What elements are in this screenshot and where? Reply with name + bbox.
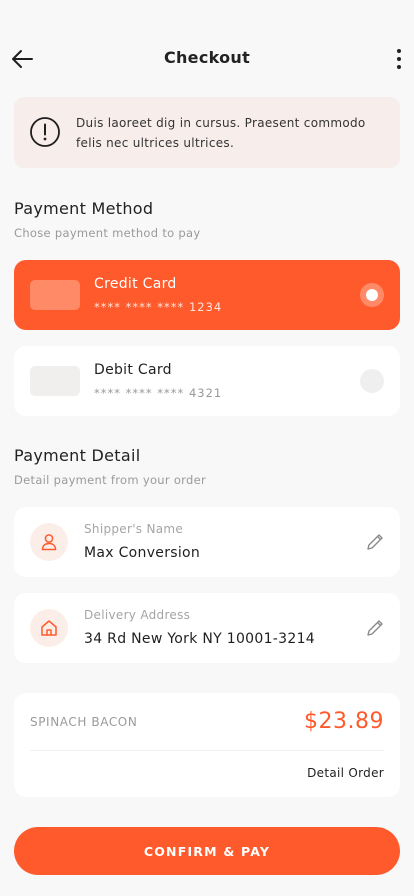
card-number: **** **** **** 1234 <box>94 300 223 314</box>
order-item-name: SPINACH BACON <box>30 715 138 729</box>
field-value: Max Conversion <box>84 545 201 561</box>
info-alert: Duis laoreet dig in cursus. Praesent com… <box>14 97 400 168</box>
header: Checkout <box>0 36 414 80</box>
payment-method-title: Payment Method <box>14 199 154 218</box>
field-label: Delivery Address <box>84 608 191 622</box>
divider <box>30 750 384 751</box>
payment-method-subtitle: Chose payment method to pay <box>14 226 201 240</box>
more-vertical-icon <box>397 49 401 53</box>
confirm-pay-button[interactable]: CONFIRM & PAY <box>14 827 400 875</box>
card-number: **** **** **** 4321 <box>94 386 223 400</box>
pencil-icon[interactable] <box>364 531 386 553</box>
card-name: Credit Card <box>94 276 177 292</box>
delivery-address-field: Delivery Address 34 Rd New York NY 10001… <box>14 593 400 663</box>
detail-order-link[interactable]: Detail Order <box>307 766 384 780</box>
pencil-icon[interactable] <box>364 617 386 639</box>
page-title: Checkout <box>163 48 251 67</box>
card-icon <box>30 366 80 396</box>
order-summary-card: SPINACH BACON $23.89 Detail Order <box>14 693 400 797</box>
user-icon <box>41 534 57 551</box>
alert-text: Duis laoreet dig in cursus. Praesent com… <box>76 116 366 150</box>
payment-option-debit-card[interactable]: Debit Card **** **** **** 4321 <box>14 346 400 416</box>
radio-unselected[interactable] <box>360 369 384 393</box>
order-price: $23.89 <box>304 709 384 734</box>
home-icon <box>41 620 57 636</box>
field-value: 34 Rd New York NY 10001-3214 <box>84 631 315 647</box>
payment-detail-title: Payment Detail <box>14 446 141 465</box>
exclamation-circle-icon <box>30 117 60 147</box>
card-icon <box>30 280 80 310</box>
radio-selected[interactable] <box>360 283 384 307</box>
more-options-button[interactable] <box>392 46 406 72</box>
field-label: Shipper's Name <box>84 522 184 536</box>
payment-option-credit-card[interactable]: Credit Card **** **** **** 1234 <box>14 260 400 330</box>
shipper-name-field: Shipper's Name Max Conversion <box>14 507 400 577</box>
card-name: Debit Card <box>94 362 172 378</box>
payment-detail-subtitle: Detail payment from your order <box>14 473 207 487</box>
